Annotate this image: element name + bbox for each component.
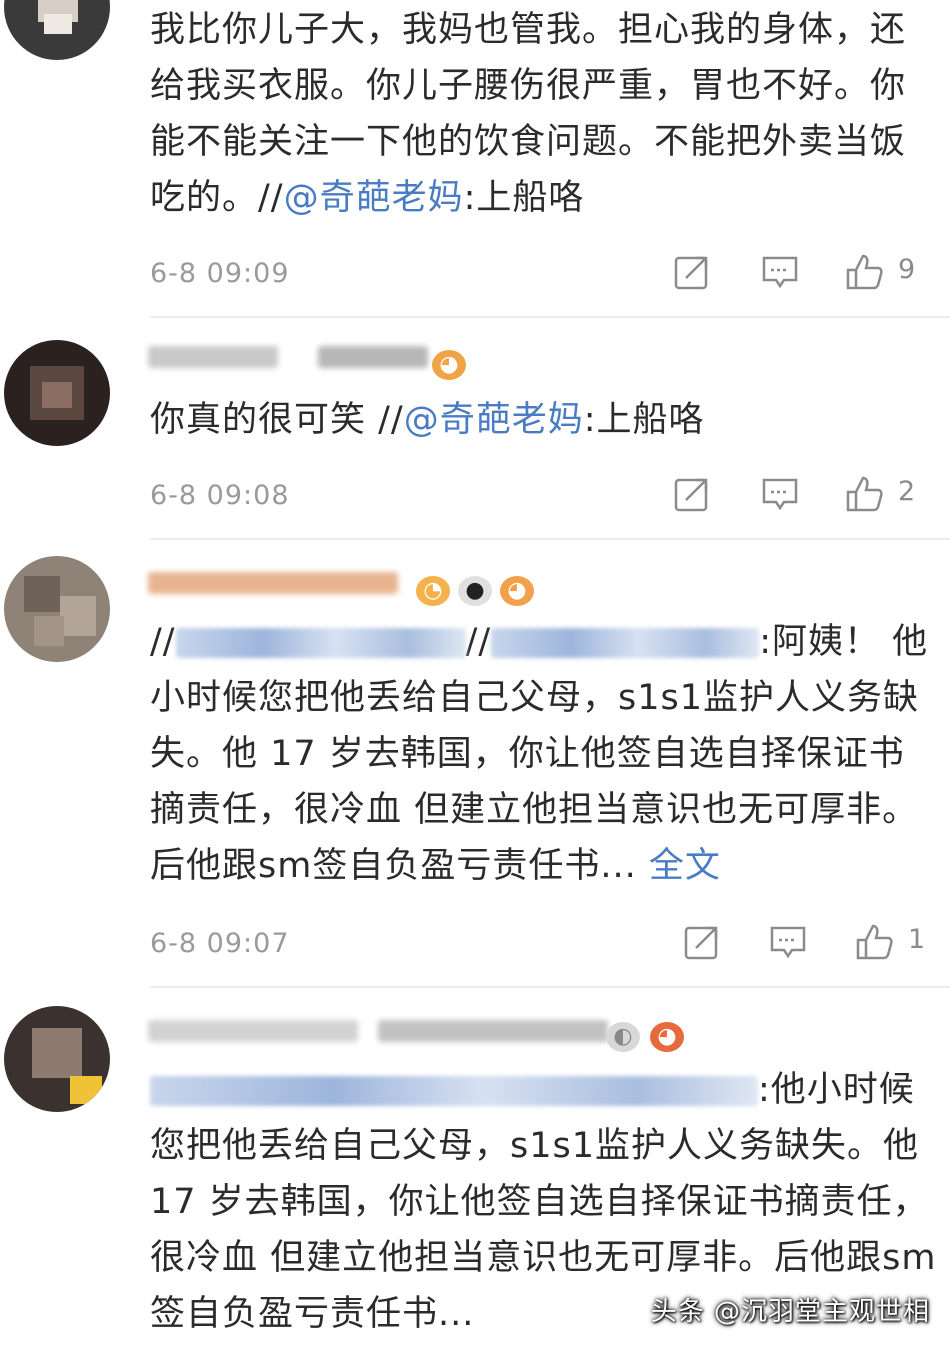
like-count: 9 xyxy=(898,254,916,285)
badge-icon: ◐ xyxy=(606,1022,640,1052)
comment-bubble-icon[interactable] xyxy=(768,922,808,962)
mention-blurred[interactable] xyxy=(175,628,466,658)
avatar[interactable] xyxy=(4,340,110,446)
share-square-icon[interactable] xyxy=(672,474,712,514)
comment-item: ◔ ● ◕ ////:阿姨！ 他小时候您把他丢给自己父母，s1s1监护人义务缺失… xyxy=(0,540,950,988)
comment-actions: 1 xyxy=(682,922,932,966)
comment-text: ////:阿姨！ 他小时候您把他丢给自己父母，s1s1监护人义务缺失。他 17 … xyxy=(150,622,929,886)
comment-text: 我比你儿子大，我妈也管我。担心我的身体，还给我买衣服。你儿子腰伤很严重，胃也不好… xyxy=(150,10,907,218)
avatar[interactable] xyxy=(4,1006,110,1112)
comment-actions: 9 xyxy=(672,252,932,296)
comment-item: 我比你儿子大，我妈也管我。担心我的身体，还给我买衣服。你儿子腰伤很严重，胃也不好… xyxy=(0,0,950,318)
comment-actions: 2 xyxy=(672,474,932,518)
timestamp: 6-8 09:08 xyxy=(150,480,290,511)
comment-bubble-icon[interactable] xyxy=(760,252,800,292)
avatar[interactable] xyxy=(4,556,110,662)
badge-icon: ◕ xyxy=(650,1022,684,1052)
mention-blurred[interactable] xyxy=(491,628,760,658)
badge-icon: ◕ xyxy=(500,576,534,606)
username-blurred[interactable] xyxy=(148,1014,618,1048)
thumbs-up-icon[interactable] xyxy=(844,474,884,514)
avatar[interactable] xyxy=(4,0,110,60)
thumbs-up-icon[interactable] xyxy=(844,252,884,292)
panda-icon: ● xyxy=(458,576,492,606)
comment-item: ◕ 你真的很可笑 //@奇葩老妈:上船咯 6-8 09:08 2 xyxy=(0,318,950,540)
comment-bubble-icon[interactable] xyxy=(760,474,800,514)
read-more-link[interactable]: 全文 xyxy=(649,846,721,886)
comment-text: 你真的很可笑 //@奇葩老妈:上船咯 xyxy=(150,400,705,440)
watermark: 头条 @沉羽堂主观世相 xyxy=(650,1297,930,1327)
badge-icon: ◕ xyxy=(432,350,466,380)
mention-link[interactable]: @奇葩老妈 xyxy=(404,400,584,440)
like-count: 2 xyxy=(898,476,916,507)
username-blurred[interactable] xyxy=(148,566,418,600)
share-square-icon[interactable] xyxy=(672,252,712,292)
timestamp: 6-8 09:07 xyxy=(150,928,290,959)
mention-blurred[interactable] xyxy=(150,1076,758,1106)
badge-icon: ◔ xyxy=(416,576,450,606)
username-blurred[interactable] xyxy=(148,340,438,374)
thumbs-up-icon[interactable] xyxy=(854,922,894,962)
timestamp: 6-8 09:09 xyxy=(150,258,290,289)
mention-link[interactable]: @奇葩老妈 xyxy=(284,178,464,218)
like-count: 1 xyxy=(908,924,926,955)
share-square-icon[interactable] xyxy=(682,922,722,962)
